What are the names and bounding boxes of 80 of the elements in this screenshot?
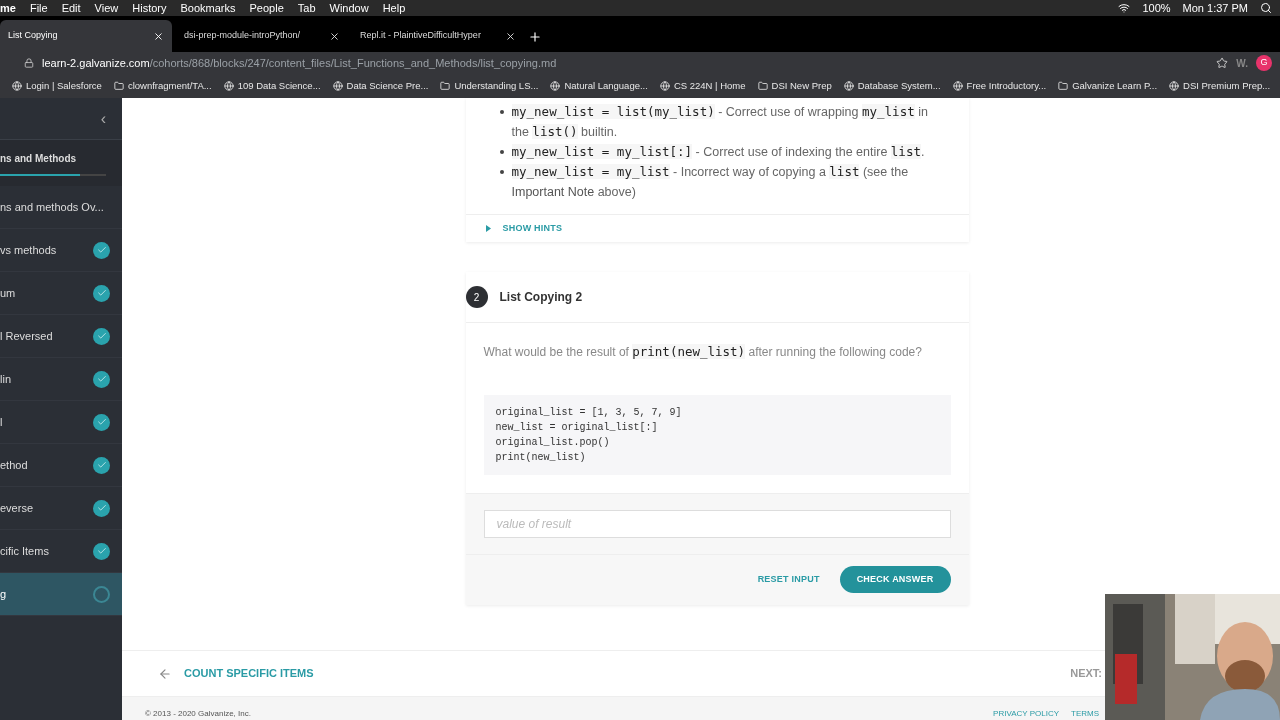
progress-ring-icon bbox=[93, 585, 110, 603]
browser-tab[interactable]: Repl.it - PlaintiveDifficultHyper bbox=[352, 20, 524, 52]
menu-item[interactable]: Help bbox=[382, 0, 406, 17]
question-title: List Copying 2 bbox=[499, 289, 583, 306]
lesson-item[interactable]: everse bbox=[0, 487, 122, 530]
globe-icon bbox=[550, 81, 561, 91]
check-icon bbox=[93, 542, 110, 560]
clock[interactable]: Mon 1:37 PM bbox=[1182, 0, 1248, 17]
lesson-item[interactable]: ns and methods Ov... bbox=[0, 186, 122, 229]
close-icon[interactable] bbox=[505, 30, 516, 42]
check-icon bbox=[93, 370, 110, 388]
globe-icon bbox=[223, 81, 234, 91]
close-icon[interactable] bbox=[329, 30, 340, 42]
close-icon[interactable] bbox=[153, 30, 164, 42]
copyright: © 2013 - 2020 Galvanize, Inc. bbox=[145, 708, 251, 720]
lesson-item[interactable]: vs methods bbox=[0, 229, 122, 272]
menu-item[interactable]: File bbox=[29, 0, 48, 17]
folder-icon bbox=[1058, 81, 1069, 91]
bookmark[interactable]: Galvanize Learn P... bbox=[1058, 78, 1158, 94]
bookmark[interactable]: Natural Language... bbox=[550, 78, 648, 94]
bookmark[interactable]: 109 Data Science... bbox=[223, 78, 321, 94]
globe-icon bbox=[12, 81, 22, 91]
caret-icon bbox=[485, 225, 491, 232]
globe-icon bbox=[332, 81, 343, 91]
question-prompt: What would be the result of print(new_list) after running the following code? bbox=[482, 343, 923, 361]
menu-item[interactable]: People bbox=[249, 0, 284, 17]
lesson-item[interactable]: l Reversed bbox=[0, 315, 122, 358]
battery-level[interactable]: 100% bbox=[1142, 0, 1171, 17]
bookmark[interactable]: Database System... bbox=[843, 78, 941, 94]
lesson-item[interactable]: ethod bbox=[0, 444, 122, 487]
answer-bullet: my_new_list = my_list[:] - Correct use of indexing the entire list. bbox=[499, 142, 937, 162]
browser-tab[interactable]: List Copying bbox=[0, 20, 172, 52]
profile-avatar[interactable]: G bbox=[1256, 55, 1272, 71]
bookmark[interactable]: DSI Premium Prep... bbox=[1169, 78, 1271, 94]
new-tab-icon[interactable] bbox=[528, 30, 542, 44]
answer-bullet: my_new_list = my_list - Incorrect way of copying a list (see the Important Note above) bbox=[499, 162, 937, 202]
bookmark-star-icon[interactable] bbox=[1216, 57, 1229, 69]
folder-icon bbox=[757, 81, 768, 91]
bookmark[interactable]: DSI New Prep bbox=[757, 78, 832, 94]
section-title: ns and Methods bbox=[0, 151, 78, 166]
check-icon bbox=[93, 327, 110, 345]
lesson-item[interactable]: g bbox=[0, 573, 122, 616]
question-number: 2 bbox=[465, 286, 488, 308]
bookmark[interactable]: Data Science Pre... bbox=[332, 78, 429, 94]
browser-tab[interactable]: dsi-prep-module-introPython/ bbox=[176, 20, 348, 52]
bookmark[interactable]: CS 224N | Home bbox=[659, 78, 746, 94]
code-block: original_list = [1, 3, 5, 7, 9] new_list = original_list[:] original_list.pop() print(new_list) bbox=[483, 394, 951, 475]
answer-field[interactable]: value of result bbox=[483, 509, 951, 538]
check-icon bbox=[93, 284, 110, 302]
menu-item[interactable]: Tab bbox=[297, 0, 316, 17]
menu-item[interactable]: History bbox=[132, 0, 167, 17]
bookmark[interactable]: Login | Salesforce bbox=[12, 78, 102, 94]
menu-item[interactable]: View bbox=[94, 0, 119, 17]
globe-icon bbox=[1169, 81, 1180, 91]
globe-icon bbox=[952, 81, 963, 91]
app-menu[interactable]: me bbox=[0, 0, 16, 17]
lesson-item[interactable]: l bbox=[0, 401, 122, 444]
lesson-item[interactable]: lin bbox=[0, 358, 122, 401]
menu-item[interactable]: Window bbox=[329, 0, 369, 17]
bookmark[interactable]: Understanding LS... bbox=[440, 78, 539, 94]
folder-icon bbox=[440, 81, 451, 91]
bookmark[interactable]: Free Introductory... bbox=[952, 78, 1047, 94]
check-answer-button[interactable]: CHECK ANSWER bbox=[839, 566, 951, 594]
wifi-icon[interactable] bbox=[1118, 2, 1131, 14]
lock-icon bbox=[24, 58, 34, 68]
globe-icon bbox=[659, 81, 670, 91]
check-icon bbox=[93, 241, 110, 259]
answer-bullet: my_new_list = list(my_list) - Correct use of wrapping my_list in the list() builtin. bbox=[499, 102, 937, 142]
bookmark[interactable]: clownfragment/TA... bbox=[113, 78, 212, 94]
check-icon bbox=[93, 413, 110, 431]
folder-icon bbox=[113, 81, 124, 91]
check-icon bbox=[93, 456, 110, 474]
search-icon[interactable] bbox=[1260, 2, 1272, 14]
collapse-button[interactable]: ‹ bbox=[100, 106, 106, 131]
menu-item[interactable]: Edit bbox=[61, 0, 81, 17]
menu-item[interactable]: Bookmarks bbox=[180, 0, 236, 17]
globe-icon bbox=[843, 81, 854, 91]
check-icon bbox=[93, 499, 110, 517]
lesson-item[interactable]: um bbox=[0, 272, 122, 315]
address-field[interactable]: learn-2.galvanize.com/cohorts/868/blocks/247/content_files/List_Functions_and_Methods/list_copying.md bbox=[42, 54, 1209, 72]
